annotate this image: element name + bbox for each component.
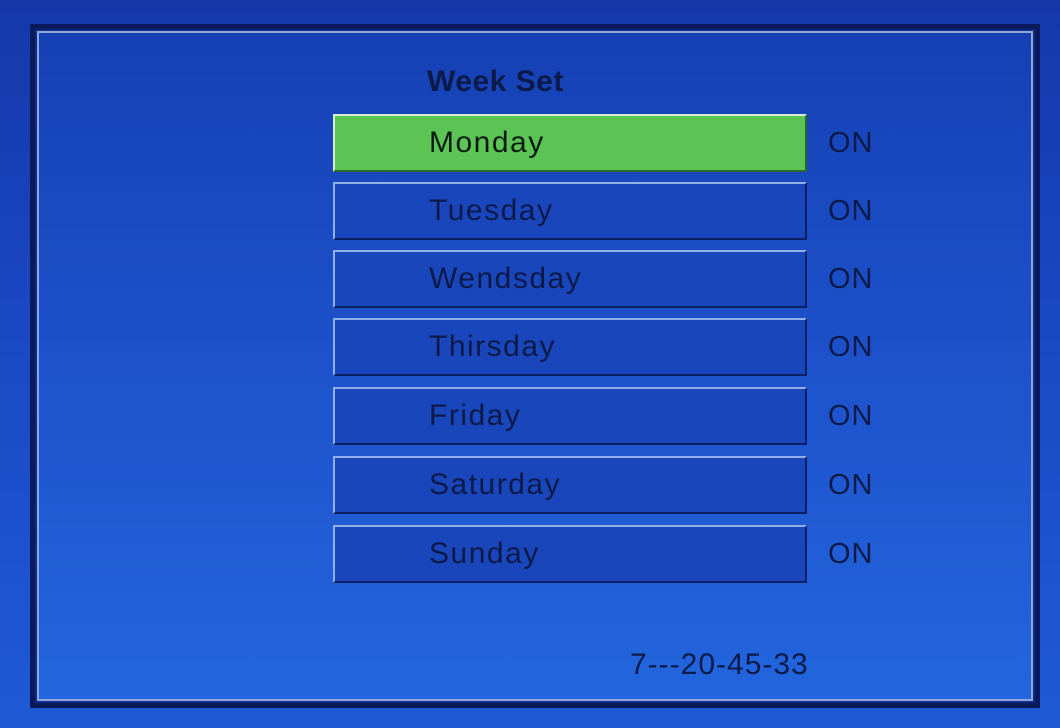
day-state-thursday[interactable]: ON [828, 318, 898, 376]
day-state-sunday[interactable]: ON [828, 525, 898, 583]
day-button-thursday[interactable]: Thirsday [333, 318, 807, 376]
day-button-friday[interactable]: Friday [333, 387, 807, 445]
day-label: Saturday [429, 468, 562, 501]
menu-row-wednesday: Wendsday ON [333, 250, 873, 308]
menu-title: Week Set [427, 65, 564, 98]
day-label: Sunday [429, 537, 540, 570]
day-button-saturday[interactable]: Saturday [333, 456, 807, 514]
day-button-sunday[interactable]: Sunday [333, 525, 807, 583]
day-label: Monday [429, 126, 545, 159]
menu-row-sunday: Sunday ON [333, 525, 873, 583]
day-label: Friday [429, 399, 522, 432]
day-state-monday[interactable]: ON [828, 114, 898, 172]
menu-row-friday: Friday ON [333, 387, 873, 445]
menu-row-tuesday: Tuesday ON [333, 182, 873, 240]
day-state-saturday[interactable]: ON [828, 456, 898, 514]
osd-screen: Week Set Monday ON Tuesday ON Wendsday O… [0, 0, 1060, 728]
day-button-tuesday[interactable]: Tuesday [333, 182, 807, 240]
status-code: 7---20-45-33 [630, 648, 809, 681]
menu-row-monday: Monday ON [333, 114, 873, 172]
day-label: Thirsday [429, 330, 557, 363]
day-button-wednesday[interactable]: Wendsday [333, 250, 807, 308]
day-state-wednesday[interactable]: ON [828, 250, 898, 308]
day-label: Tuesday [429, 194, 554, 227]
day-button-monday[interactable]: Monday [333, 114, 807, 172]
day-state-friday[interactable]: ON [828, 387, 898, 445]
menu-row-saturday: Saturday ON [333, 456, 873, 514]
menu-row-thursday: Thirsday ON [333, 318, 873, 376]
day-label: Wendsday [429, 262, 583, 295]
day-state-tuesday[interactable]: ON [828, 182, 898, 240]
